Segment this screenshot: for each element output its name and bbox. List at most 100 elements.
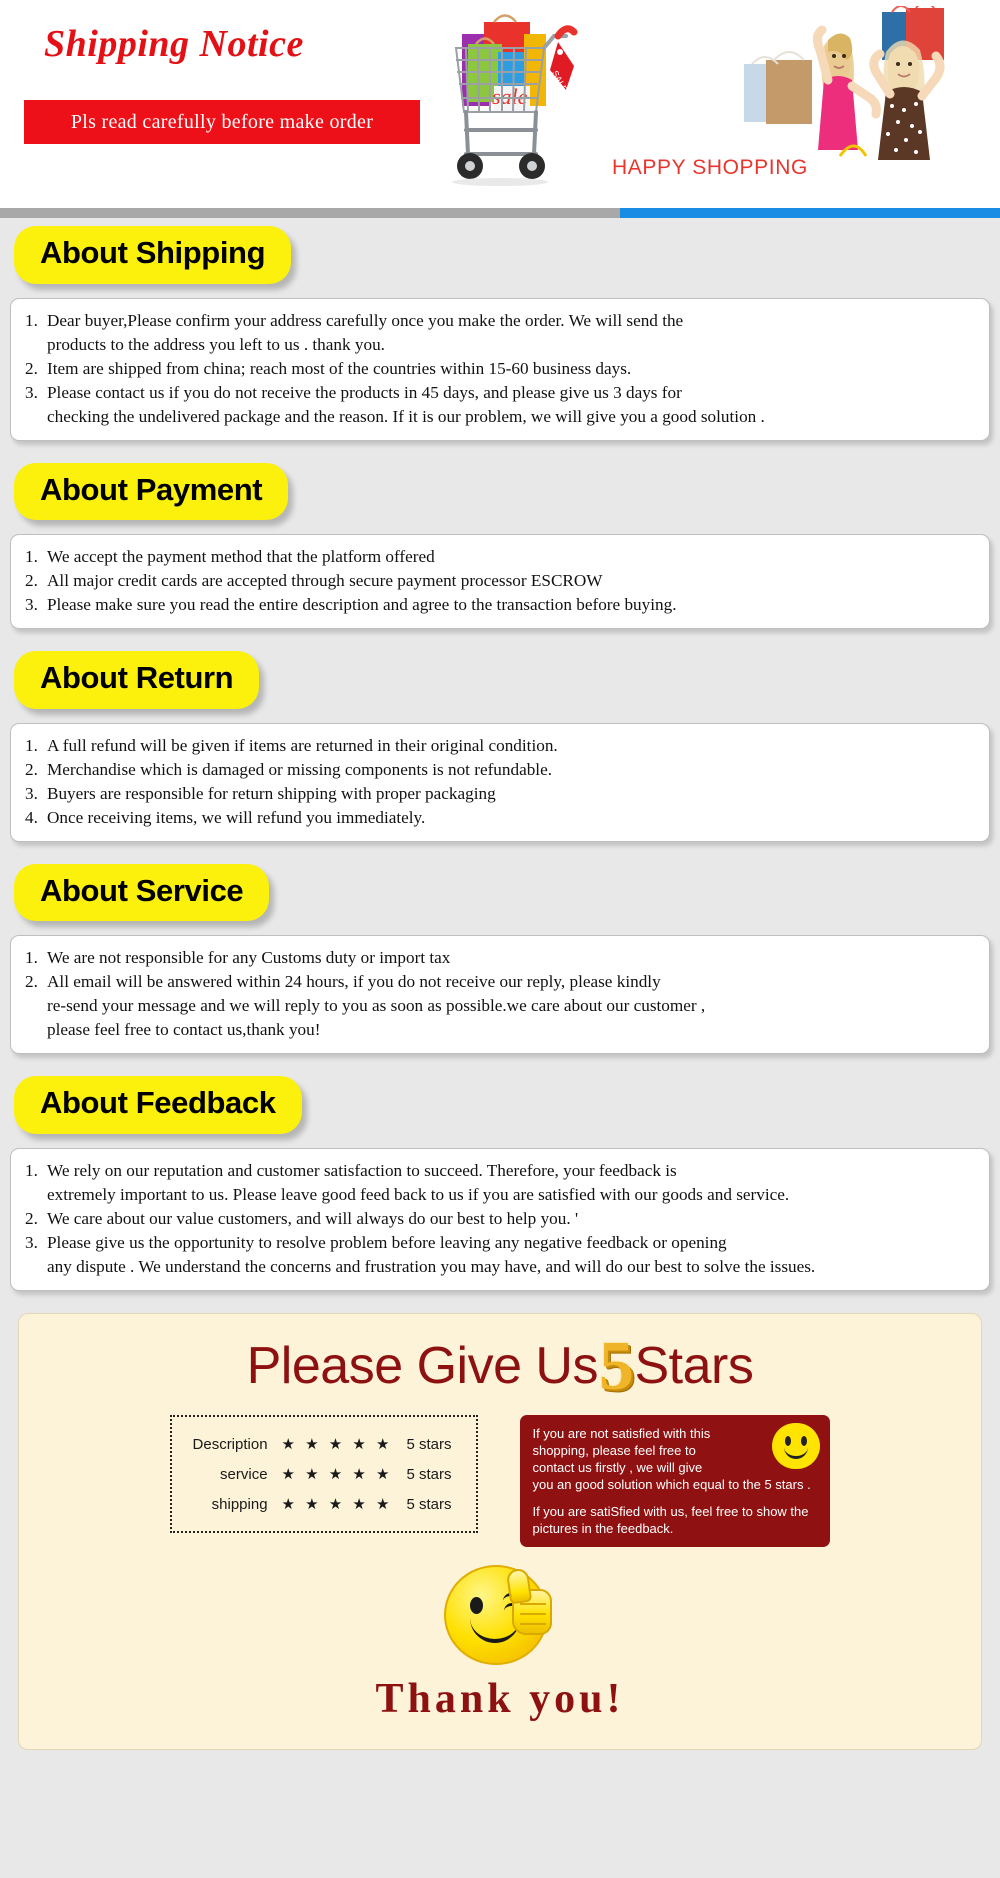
- list-item-text: All email will be answered within 24 hou…: [47, 972, 706, 1040]
- section-list: 1. We are not responsible for any Customs…: [25, 946, 975, 1042]
- winking-thumbs-up-icon: [444, 1565, 556, 1669]
- rating-label: shipping: [211, 1495, 268, 1513]
- list-item-text: Please make sure you read the entire des…: [47, 595, 677, 615]
- list-item: 3. Please contact us if you do not receiv…: [25, 381, 975, 429]
- section-badge-wrap: About Return: [0, 651, 1000, 709]
- list-item: 3. Buyers are responsible for return ship…: [25, 782, 975, 806]
- rating-stars-icon: ★ ★ ★ ★ ★: [281, 1466, 393, 1484]
- thank-you-text: Thank you!: [375, 1676, 625, 1723]
- list-item-text: Merchandise which is damaged or missing …: [47, 759, 553, 779]
- section-panel: 1. We accept the payment method that the …: [10, 534, 990, 630]
- list-item: 2. Item are shipped from china; reach mos…: [25, 357, 975, 381]
- section-badge-wrap: About Shipping: [0, 226, 1000, 284]
- list-item-number: 1.: [25, 547, 38, 567]
- list-item-text: We care about our value customers, and w…: [47, 1208, 579, 1228]
- list-item-text: Once receiving items, we will refund you…: [47, 807, 426, 827]
- list-item: 1. Dear buyer,Please confirm your address…: [25, 309, 975, 357]
- list-item: 1. We rely on our reputation and customer…: [25, 1159, 975, 1207]
- section-badge-wrap: About Service: [0, 863, 1000, 922]
- list-item-text: Buyers are responsible for return shippi…: [47, 783, 496, 803]
- page-header: Shipping Notice Pls read carefully befor…: [0, 0, 1000, 208]
- shipping-notice-page: Shipping Notice Pls read carefully befor…: [0, 0, 1000, 1878]
- svg-text:sale: sale: [492, 84, 528, 109]
- list-item-text: We rely on our reputation and customer s…: [47, 1160, 790, 1204]
- list-item-text: All major credit cards are accepted thro…: [47, 571, 603, 591]
- section-panel: 1. We rely on our reputation and customer…: [10, 1147, 990, 1291]
- read-carefully-banner: Pls read carefully before make order: [24, 100, 420, 144]
- heading-after: Stars: [634, 1336, 754, 1395]
- section-panel: 1. Dear buyer,Please confirm your address…: [10, 297, 990, 441]
- section-badge: About Shipping: [14, 226, 292, 284]
- rating-value: 5 stars: [406, 1495, 452, 1513]
- list-item-number: 2.: [25, 759, 38, 779]
- list-item: 1. We are not responsible for any Customs…: [25, 946, 975, 970]
- ratings-and-message-row: Description ★ ★ ★ ★ ★ 5 stars service ★ ★ ★ …: [19, 1415, 981, 1548]
- rating-label: service: [220, 1465, 268, 1483]
- heading-before: Please Give Us: [246, 1336, 599, 1395]
- list-item-text: We accept the payment method that the pl…: [47, 547, 435, 567]
- section-badge-wrap: About Payment: [0, 462, 1000, 521]
- section-list: 1. Dear buyer,Please confirm your address…: [25, 309, 975, 429]
- list-item-number: 4.: [25, 807, 38, 827]
- section-panel: 1. A full refund will be given if items a…: [10, 722, 990, 842]
- section-badge: About Service: [14, 863, 270, 922]
- ratings-box: Description ★ ★ ★ ★ ★ 5 stars service ★ ★ ★ …: [169, 1415, 479, 1534]
- sections-container: About Shipping 1. Dear buyer,Please confir…: [0, 226, 1000, 1291]
- rating-row: Description ★ ★ ★ ★ ★ 5 stars: [186, 1429, 459, 1459]
- list-item-text: Dear buyer,Please confirm your address c…: [47, 310, 684, 354]
- section-list: 1. We accept the payment method that the …: [25, 545, 975, 617]
- header-blue-divider: [620, 208, 1000, 218]
- list-item-number: 1.: [25, 948, 38, 968]
- rating-stars-icon: ★ ★ ★ ★ ★: [281, 1496, 393, 1514]
- page-title: Shipping Notice: [44, 23, 304, 65]
- list-item-number: 3.: [25, 1232, 38, 1252]
- list-item-number: 3.: [25, 382, 38, 402]
- list-item-text: A full refund will be given if items are…: [47, 735, 558, 755]
- section-badge: About Return: [14, 651, 260, 709]
- section: About Return 1. A full refund will be give…: [0, 651, 1000, 842]
- rating-value: 5 stars: [406, 1435, 452, 1453]
- happy-shopping-text: HAPPY SHOPPING: [612, 156, 808, 179]
- thank-you-block: Thank you!: [19, 1565, 981, 1723]
- list-item-number: 1.: [25, 735, 38, 755]
- rating-row: shipping ★ ★ ★ ★ ★ 5 stars: [186, 1489, 459, 1519]
- section-list: 1. A full refund will be given if items a…: [25, 734, 975, 830]
- list-item-number: 3.: [25, 783, 38, 803]
- list-item-number: 3.: [25, 595, 38, 615]
- list-item: 2. All email will be answered within 24 h…: [25, 970, 975, 1042]
- read-carefully-text: Pls read carefully before make order: [70, 110, 374, 133]
- list-item: 3. Please give us the opportunity to reso…: [25, 1231, 975, 1279]
- list-item-number: 2.: [25, 358, 38, 378]
- rating-label: Description: [192, 1435, 268, 1453]
- list-item-number: 2.: [25, 1208, 38, 1228]
- sale-tag-icon: SALE: [550, 42, 574, 94]
- section: About Payment 1. We accept the payment met…: [0, 462, 1000, 630]
- section-panel: 1. We are not responsible for any Customs…: [10, 935, 990, 1055]
- list-item-text: Please give us the opportunity to resolv…: [47, 1232, 816, 1276]
- list-item-number: 2.: [25, 571, 38, 591]
- rating-stars-icon: ★ ★ ★ ★ ★: [281, 1436, 393, 1454]
- list-item-number: 1.: [25, 1160, 38, 1180]
- section: About Service 1. We are not responsible fo…: [0, 863, 1000, 1055]
- satisfaction-message-box: If you are not satisfied with this shopp…: [520, 1415, 831, 1548]
- list-item-text: We are not responsible for any Customs d…: [47, 948, 451, 968]
- list-item: 1. We accept the payment method that the …: [25, 545, 975, 569]
- list-item: 4. Once receiving items, we will refund y…: [25, 806, 975, 830]
- message-satisfied: If you are satiSfied with us, feel free …: [532, 1504, 809, 1537]
- heading-number-five: 5: [599, 1327, 634, 1405]
- list-item-text: Please contact us if you do not receive …: [47, 382, 765, 426]
- give-us-heading: Please Give Us5Stars: [19, 1330, 981, 1404]
- ratings-table: Description ★ ★ ★ ★ ★ 5 stars service ★ ★ ★ …: [186, 1429, 459, 1519]
- shopping-cart-icon: sale SALE: [452, 14, 578, 186]
- five-stars-banner: Please Give Us5Stars Description ★ ★ ★ ★ …: [18, 1312, 982, 1751]
- list-item: 2. All major credit cards are accepted th…: [25, 569, 975, 593]
- section: About Shipping 1. Dear buyer,Please confir…: [0, 226, 1000, 441]
- list-item-text: Item are shipped from china; reach most …: [47, 358, 632, 378]
- section-list: 1. We rely on our reputation and customer…: [25, 1159, 975, 1279]
- list-item: 2. We care about our value customers, and…: [25, 1207, 975, 1231]
- rating-row: service ★ ★ ★ ★ ★ 5 stars: [186, 1459, 459, 1489]
- list-item: 3. Please make sure you read the entire d…: [25, 593, 975, 617]
- section-badge: About Feedback: [14, 1076, 302, 1134]
- list-item-number: 1.: [25, 310, 38, 330]
- rating-value: 5 stars: [406, 1465, 452, 1483]
